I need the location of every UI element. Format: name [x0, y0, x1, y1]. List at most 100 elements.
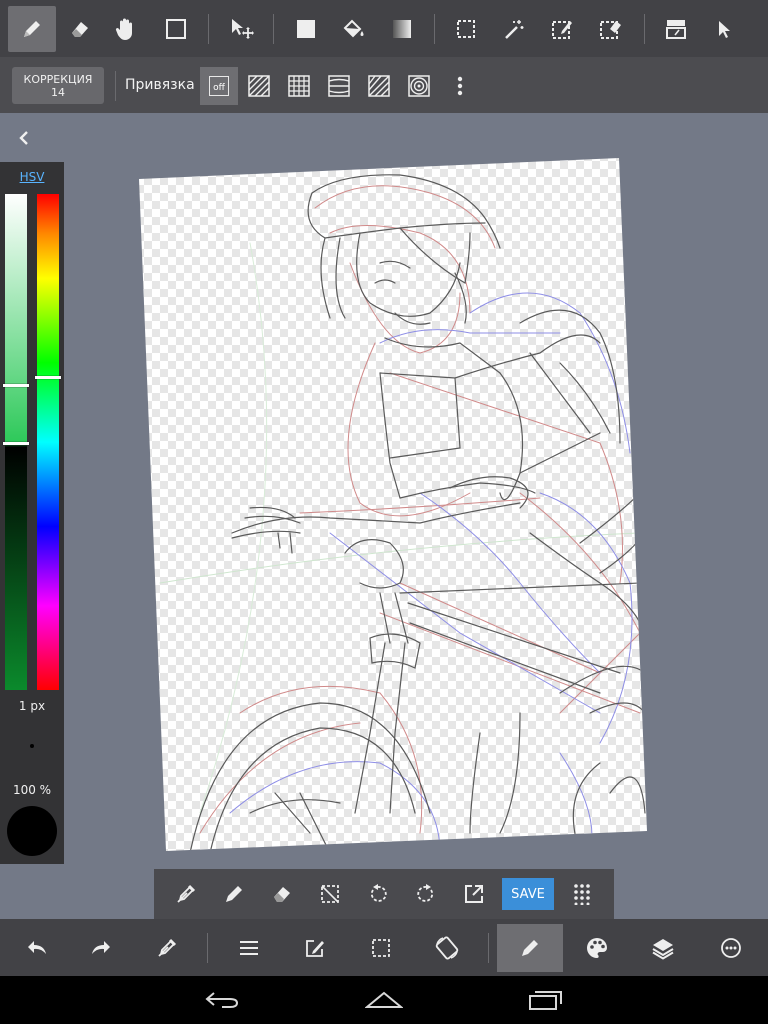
correction-button[interactable]: КОРРЕКЦИЯ 14 [12, 67, 104, 104]
color-mode-toggle[interactable]: HSV [0, 170, 64, 184]
hue-slider-handle[interactable] [35, 376, 61, 379]
collapse-panel-button[interactable] [12, 126, 36, 150]
pen-tool-button[interactable] [8, 6, 56, 52]
rectangle-outline-icon [166, 19, 186, 39]
snap-diagonal-icon [368, 75, 390, 97]
snap-off-label: off [213, 83, 225, 93]
snap-toolbar: КОРРЕКЦИЯ 14 Привязка off [0, 57, 768, 113]
layer-text-tool-button[interactable] [652, 6, 700, 52]
deselect-icon [321, 885, 339, 903]
redo-icon [92, 941, 110, 954]
select-rect-icon [457, 20, 475, 38]
grid-menu-button[interactable] [560, 871, 604, 917]
snap-off-button[interactable]: off [200, 67, 238, 105]
nav-back-button[interactable] [192, 984, 252, 1016]
menu-icon [240, 941, 258, 955]
hand-icon [115, 18, 132, 40]
rotate-left-icon [370, 884, 387, 902]
eraser-icon [274, 887, 290, 902]
nav-recents-button[interactable] [516, 984, 576, 1016]
magic-wand-icon [505, 20, 524, 39]
gradient-tool-button[interactable] [378, 6, 426, 52]
deselect-button[interactable] [308, 871, 352, 917]
filled-square-icon [297, 20, 315, 38]
hand-tool-button[interactable] [102, 6, 150, 52]
nav-home-button[interactable] [354, 984, 414, 1016]
selection-button[interactable] [348, 924, 414, 972]
move-icon [232, 19, 254, 39]
rotate-right-button[interactable] [404, 871, 448, 917]
undo-icon [28, 941, 46, 954]
current-color-swatch[interactable] [7, 806, 57, 856]
rectangle-tool-button[interactable] [152, 6, 200, 52]
undo-button[interactable] [4, 924, 70, 972]
save-button[interactable]: SAVE [502, 878, 554, 910]
canvas-area[interactable] [0, 113, 768, 869]
bottom-divider [488, 933, 489, 963]
value-slider-handle-lower[interactable] [3, 442, 29, 445]
select-pen-tool-button[interactable] [538, 6, 586, 52]
rotate-left-button[interactable] [356, 871, 400, 917]
quick-eraser-button[interactable] [260, 871, 304, 917]
correction-value: 14 [51, 85, 65, 99]
layers-button[interactable] [630, 924, 696, 972]
redo-button[interactable] [68, 924, 134, 972]
pen-icon [226, 886, 242, 902]
brush-icon [522, 940, 538, 956]
settings-button[interactable] [698, 924, 764, 972]
edit-icon [306, 940, 324, 957]
export-button[interactable] [452, 871, 496, 917]
home-icon [365, 991, 403, 1008]
menu-button[interactable] [216, 924, 282, 972]
rotate-right-icon [417, 884, 434, 902]
snap-grid-icon [288, 75, 310, 97]
hue-slider[interactable] [37, 194, 59, 690]
select-eraser-tool-button[interactable] [586, 6, 634, 52]
selection-icon [372, 939, 390, 957]
select-pen-icon [552, 21, 572, 39]
gradient-icon [393, 20, 411, 38]
toolbar-divider [644, 14, 645, 44]
export-icon [465, 885, 483, 903]
drawing-canvas[interactable] [0, 113, 768, 869]
eraser-icon [72, 22, 88, 37]
snap-diagonal-button[interactable] [360, 67, 398, 105]
eraser-tool-button[interactable] [56, 6, 104, 52]
palette-icon [587, 938, 607, 958]
fill-shape-tool-button[interactable] [282, 6, 330, 52]
brush-size-label[interactable]: 1 px [0, 699, 64, 713]
eyedropper-icon [158, 938, 177, 957]
cursor-tool-button[interactable] [700, 6, 748, 52]
transform-button[interactable] [414, 924, 480, 972]
bottom-divider [207, 933, 208, 963]
bucket-fill-icon [343, 19, 364, 38]
toolbar-divider [273, 14, 274, 44]
system-nav-bar [0, 976, 768, 1024]
snap-more-button[interactable] [441, 67, 479, 105]
edit-button[interactable] [282, 924, 348, 972]
palette-button[interactable] [564, 924, 630, 972]
eyedropper-button[interactable] [164, 871, 208, 917]
select-rect-tool-button[interactable] [442, 6, 490, 52]
transform-icon [435, 936, 459, 960]
brush-button[interactable] [497, 924, 563, 972]
color-panel: HSV 1 px 100 % [0, 162, 64, 864]
magic-wand-tool-button[interactable] [490, 6, 538, 52]
bottom-bar [0, 919, 768, 976]
layer-text-icon [666, 20, 686, 39]
snap-perspective-button[interactable] [320, 67, 358, 105]
opacity-label[interactable]: 100 % [0, 783, 64, 797]
snap-parallel-button[interactable] [240, 67, 278, 105]
snap-perspective-icon [328, 75, 350, 97]
quick-pen-button[interactable] [212, 871, 256, 917]
bottom-eyedropper-button[interactable] [134, 924, 200, 972]
value-slider-handle-upper[interactable] [3, 384, 29, 387]
snap-grid-button[interactable] [280, 67, 318, 105]
move-tool-button[interactable] [218, 6, 266, 52]
snap-concentric-button[interactable] [400, 67, 438, 105]
toolbar-divider [208, 14, 209, 44]
snap-off-icon: off [209, 76, 229, 96]
snap-concentric-icon [408, 75, 430, 97]
bucket-tool-button[interactable] [330, 6, 378, 52]
settings-icon [721, 938, 741, 958]
